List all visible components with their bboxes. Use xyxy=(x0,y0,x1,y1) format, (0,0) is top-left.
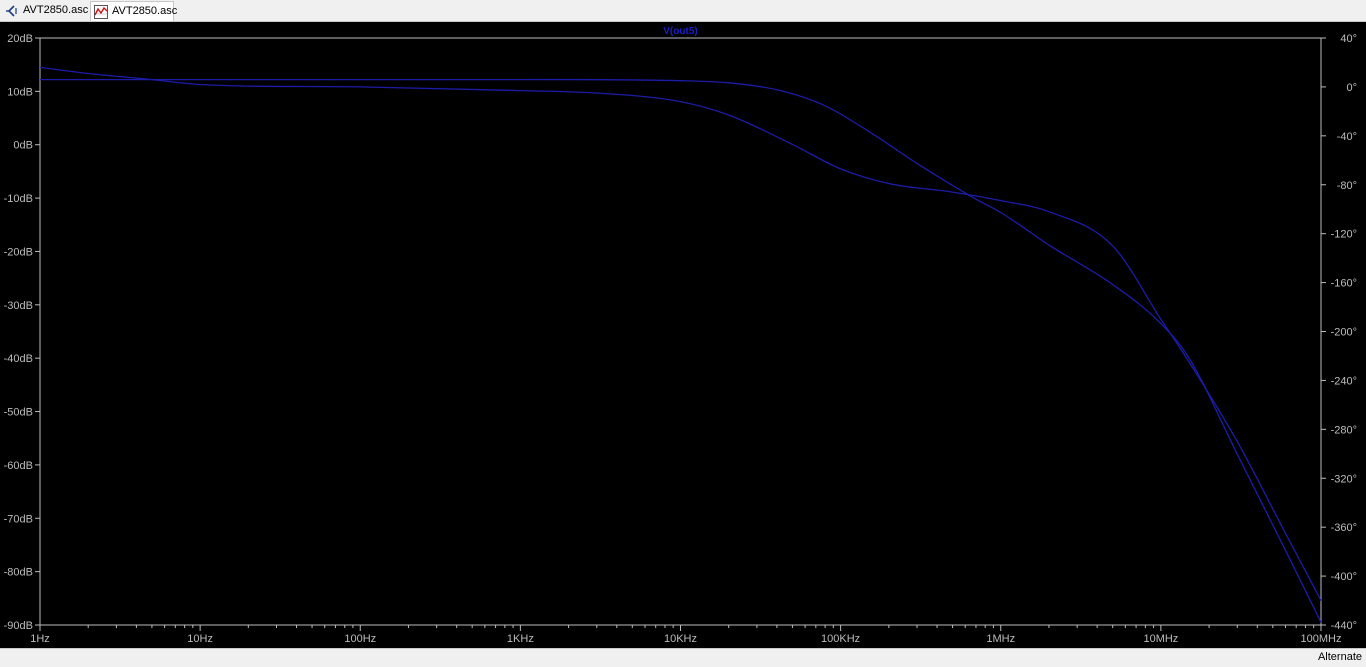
y-tick-label: 0dB xyxy=(13,140,33,152)
y-tick-label: -60dB xyxy=(4,460,33,472)
plot-pane[interactable]: 1Hz 10Hz 100Hz 1KHz 10KHz 100KHz 1MHz 10MHz 100M… xyxy=(0,22,1366,648)
y-tick-label: -30dB xyxy=(4,300,33,312)
x-tick-label: 10MHz xyxy=(1143,633,1178,645)
phase-trace xyxy=(39,66,1322,601)
y-tick-label: -20dB xyxy=(4,246,33,258)
x-tick-label: 10KHz xyxy=(664,633,697,645)
y2-tick-label: -160° xyxy=(1331,278,1357,290)
bode-plot[interactable]: 1Hz 10Hz 100Hz 1KHz 10KHz 100KHz 1MHz 10MHz 100M… xyxy=(0,22,1366,648)
y-tick-label: -70dB xyxy=(4,513,33,525)
y2-tick-label: -440° xyxy=(1331,620,1357,632)
tab-schematic[interactable]: AVT2850.asc xyxy=(2,1,88,20)
y-tick-label: -80dB xyxy=(4,567,33,579)
status-bar: Alternate xyxy=(0,648,1366,667)
schematic-icon xyxy=(5,4,19,18)
x-tick-label: 100KHz xyxy=(821,633,860,645)
y2-tick-label: 40° xyxy=(1340,33,1357,45)
y2-tick-label: -240° xyxy=(1331,375,1357,387)
plot-frame xyxy=(39,37,1322,626)
x-tick-label: 1Hz xyxy=(30,633,50,645)
y2-tick-label: -120° xyxy=(1331,229,1357,241)
x-tick-label: 100MHz xyxy=(1301,633,1342,645)
waveform-icon xyxy=(94,4,108,19)
x-tick-label: 10Hz xyxy=(187,633,213,645)
y-tick-label: -50dB xyxy=(4,407,33,419)
tab-waveform[interactable]: AVT2850.asc xyxy=(90,1,178,21)
y2-tick-label: -40° xyxy=(1337,131,1357,143)
x-tick-label: 100Hz xyxy=(344,633,376,645)
chart-title: V(out5) xyxy=(663,26,697,37)
y2-tick-label: -80° xyxy=(1337,180,1357,192)
status-text: Alternate xyxy=(1317,651,1362,663)
x-tick-label: 1MHz xyxy=(986,633,1015,645)
y2-tick-label: -280° xyxy=(1331,424,1357,436)
y-tick-label: -90dB xyxy=(4,620,33,632)
tab-waveform-label: AVT2850.asc xyxy=(112,5,178,17)
tab-schematic-label: AVT2850.asc xyxy=(23,4,89,16)
y-tick-label: -40dB xyxy=(4,353,33,365)
y-tick-label: 20dB xyxy=(7,33,33,45)
magnitude-trace xyxy=(40,78,1322,623)
tab-bar: AVT2850.asc AVT2850.asc xyxy=(0,0,1366,22)
y2-tick-label: -360° xyxy=(1331,522,1357,534)
y2-tick-label: -200° xyxy=(1331,327,1357,339)
y-tick-label: -10dB xyxy=(4,193,33,205)
y2-tick-label: -320° xyxy=(1331,473,1357,485)
y2-tick-label: -400° xyxy=(1331,571,1357,583)
y-tick-label: 10dB xyxy=(7,86,33,98)
y2-tick-label: 0° xyxy=(1346,82,1357,94)
x-tick-label: 1KHz xyxy=(507,633,534,645)
